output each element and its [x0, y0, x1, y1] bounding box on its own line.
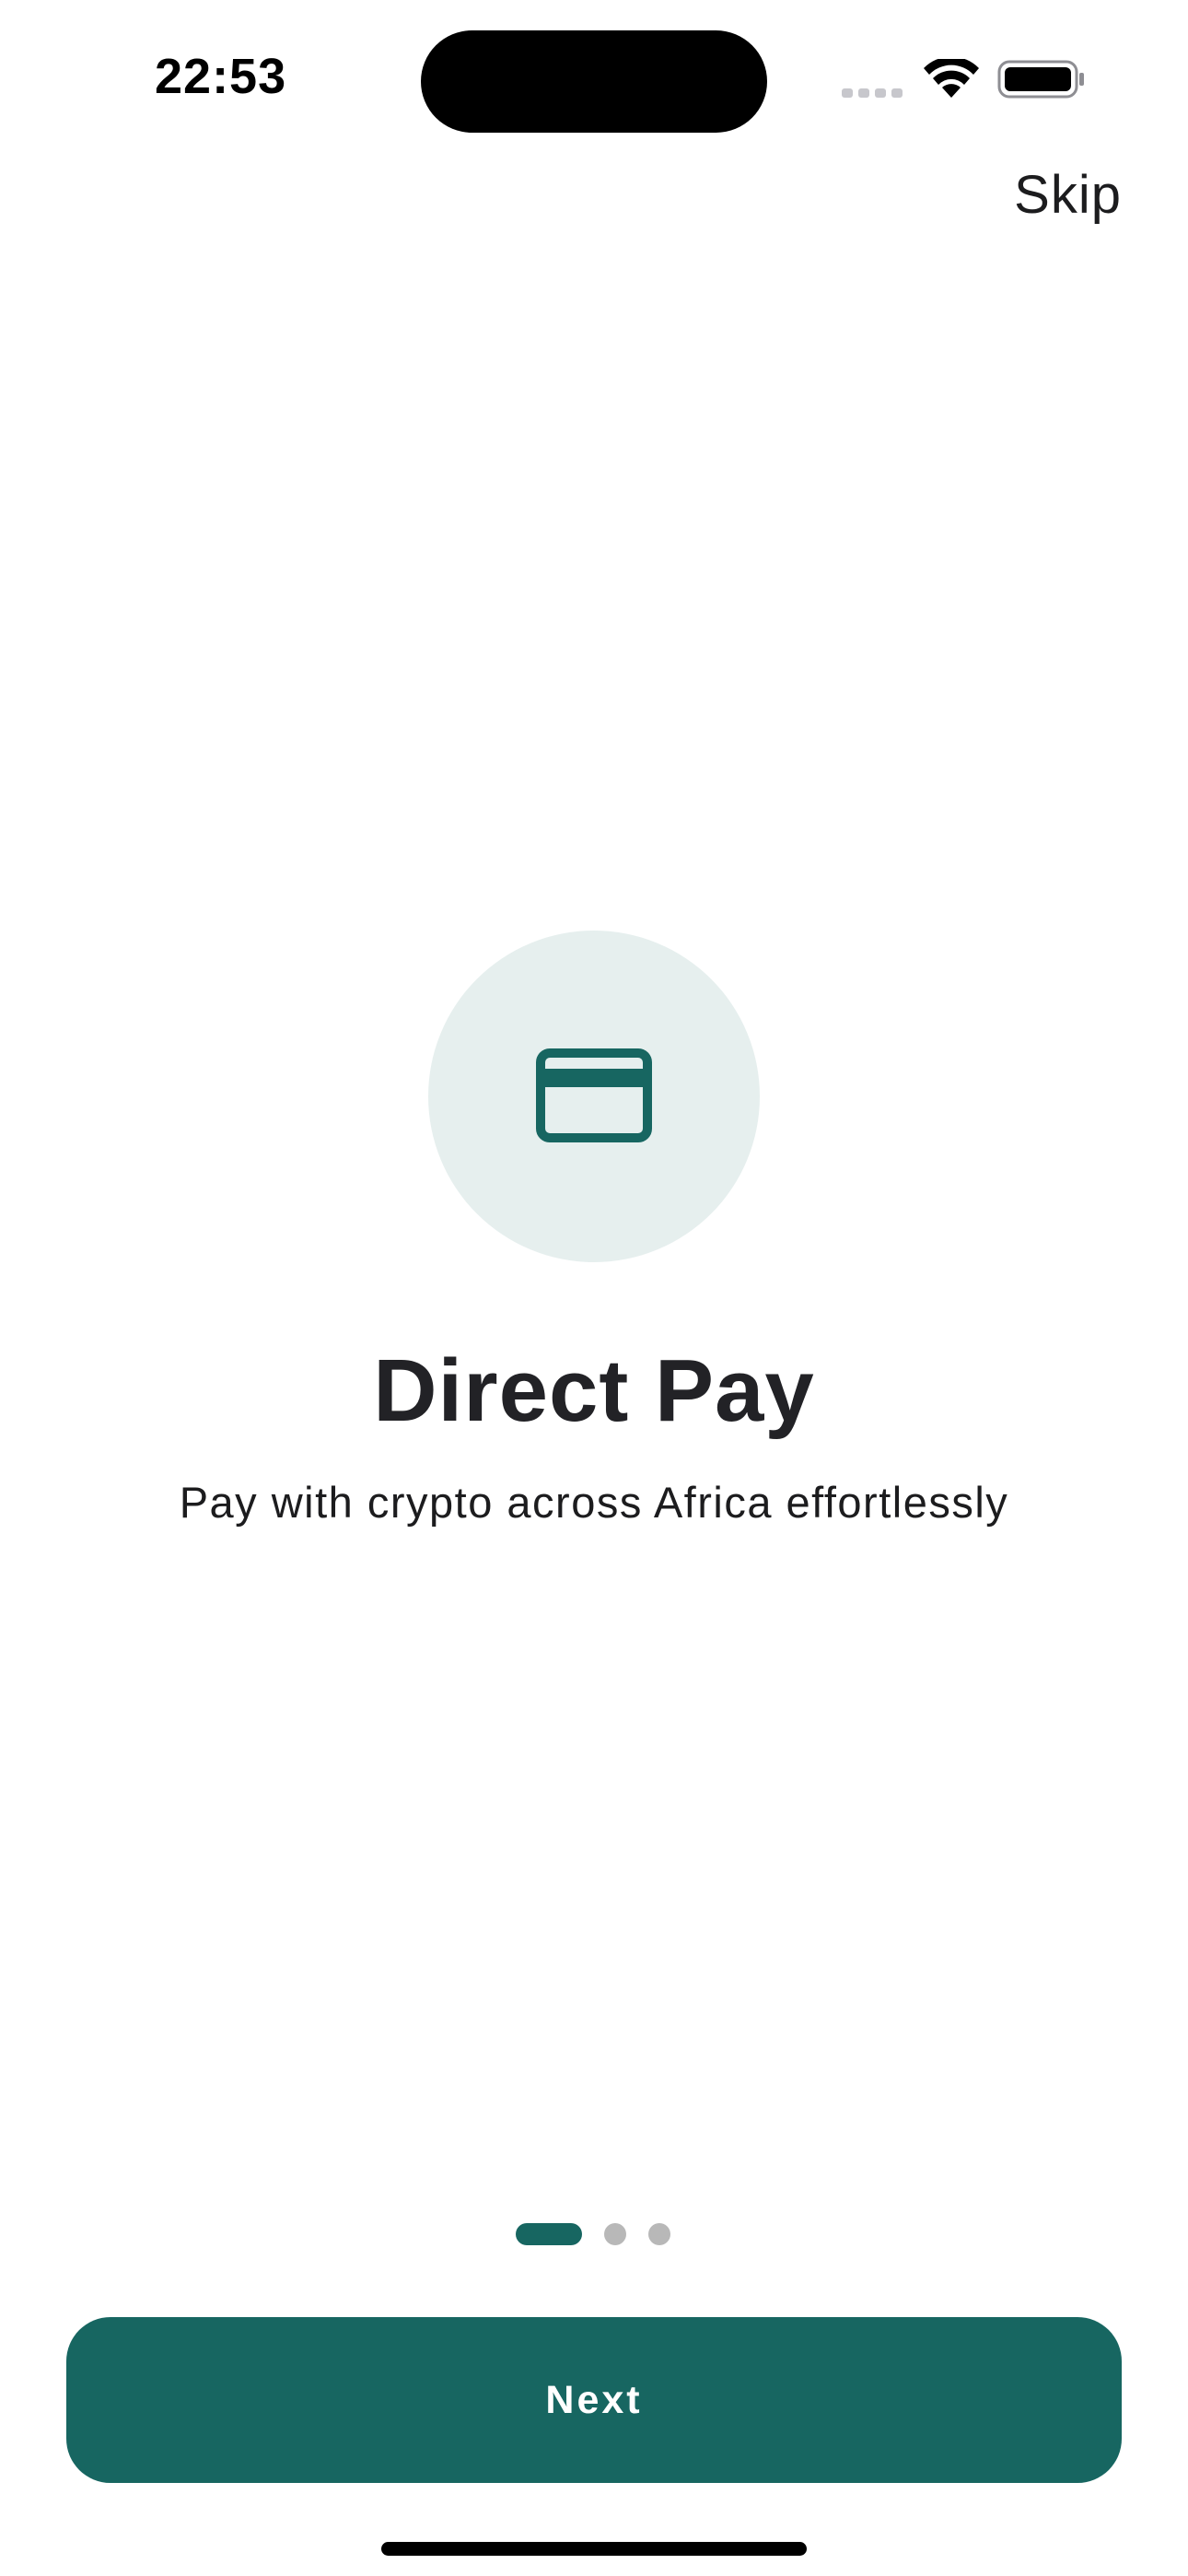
onboarding-subtitle: Pay with crypto across Africa effortless… [179, 1478, 1009, 1527]
page-dot-active [516, 2223, 582, 2245]
credit-card-icon [536, 1048, 652, 1142]
next-button[interactable]: Next [66, 2317, 1122, 2483]
dynamic-island [421, 30, 767, 133]
cellular-signal-icon [842, 88, 903, 98]
wifi-icon [924, 59, 979, 98]
page-dot [648, 2223, 670, 2245]
battery-icon [997, 60, 1084, 99]
home-indicator[interactable] [381, 2542, 807, 2556]
skip-button[interactable]: Skip [1014, 164, 1122, 226]
page-indicator [516, 2222, 670, 2246]
onboarding-title: Direct Pay [373, 1341, 815, 1440]
status-bar: 22:53 [0, 0, 1188, 147]
status-time: 22:53 [155, 49, 287, 104]
page-dot [604, 2223, 626, 2245]
